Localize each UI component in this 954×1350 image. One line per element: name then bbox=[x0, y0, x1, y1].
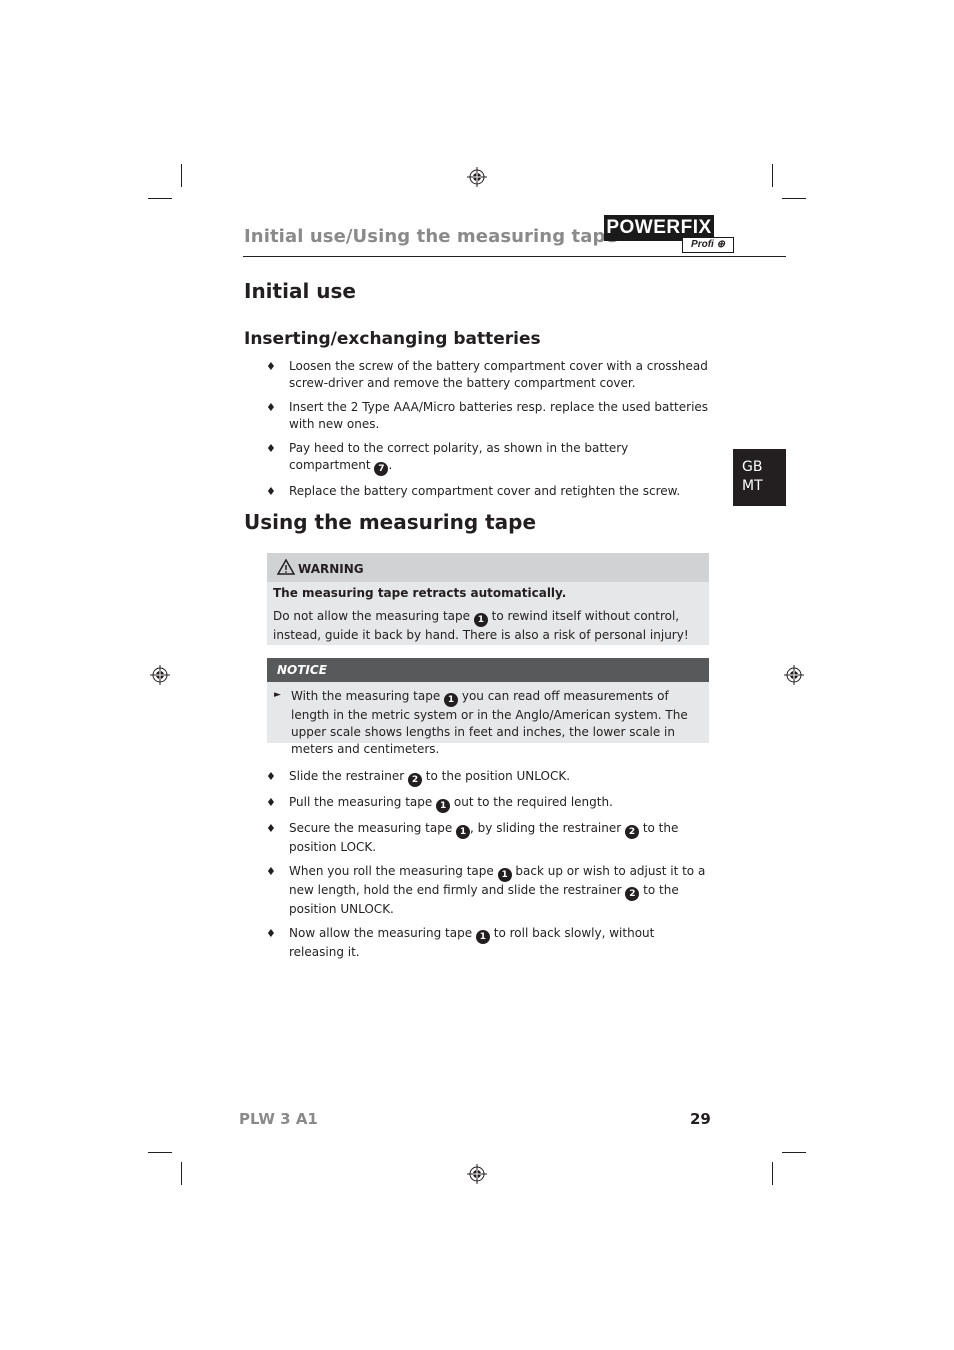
battery-steps-list: ♦ Loosen the screw of the battery compart… bbox=[266, 358, 711, 507]
bullet-diamond-icon: ♦ bbox=[266, 927, 276, 940]
footer-page-number: 29 bbox=[690, 1110, 711, 1128]
crop-mark bbox=[772, 1162, 773, 1185]
header-divider bbox=[243, 256, 786, 257]
subheading-batteries: Inserting/exchanging batteries bbox=[244, 329, 541, 349]
language-code-gb: GB bbox=[742, 459, 763, 475]
registration-mark-icon bbox=[784, 665, 804, 685]
part-reference-badge: 2 bbox=[625, 887, 640, 901]
bullet-diamond-icon: ♦ bbox=[266, 442, 276, 455]
heading-using-tape: Using the measuring tape bbox=[244, 510, 537, 534]
part-reference-badge: 2 bbox=[407, 773, 422, 787]
warning-box: WARNING The measuring tape retracts auto… bbox=[267, 553, 709, 645]
list-item: ♦ Slide the restrainer 2 to the position … bbox=[266, 769, 571, 787]
footer-model-number: PLW 3 A1 bbox=[239, 1110, 318, 1128]
language-tab: GB MT bbox=[733, 449, 786, 506]
bullet-diamond-icon: ♦ bbox=[266, 485, 276, 498]
list-item: ♦ Now allow the measuring tape 1 to roll … bbox=[266, 926, 655, 959]
list-item: ♦ Insert the 2 Type AAA/Micro batteries r… bbox=[266, 400, 709, 431]
part-reference-badge: 1 bbox=[444, 693, 459, 707]
warning-triangle-icon bbox=[277, 559, 295, 575]
crop-mark bbox=[148, 198, 172, 199]
part-reference-badge: 1 bbox=[473, 613, 488, 627]
bullet-diamond-icon: ♦ bbox=[266, 796, 276, 809]
crop-mark bbox=[782, 198, 806, 199]
registration-mark-icon bbox=[150, 665, 170, 685]
list-item: ♦ Pay heed to the correct polarity, as sh… bbox=[266, 441, 629, 476]
bullet-diamond-icon: ♦ bbox=[266, 822, 276, 835]
notice-title: NOTICE bbox=[277, 663, 327, 677]
notice-box: NOTICE ► With the measuring tape 1 you c… bbox=[267, 658, 709, 756]
bullet-diamond-icon: ♦ bbox=[266, 865, 276, 878]
crop-mark bbox=[181, 164, 182, 187]
part-reference-badge: 1 bbox=[456, 825, 471, 839]
part-reference-badge: 2 bbox=[625, 825, 639, 839]
warning-title: WARNING bbox=[298, 562, 364, 576]
bullet-diamond-icon: ♦ bbox=[266, 360, 276, 373]
crop-mark bbox=[181, 1162, 182, 1185]
registration-mark-icon bbox=[467, 167, 487, 187]
heading-initial-use: Initial use bbox=[244, 279, 356, 303]
crop-mark bbox=[148, 1152, 172, 1153]
bullet-diamond-icon: ♦ bbox=[266, 770, 276, 783]
registration-mark-icon bbox=[467, 1164, 487, 1184]
list-item: ♦ Pull the measuring tape 1 out to the re… bbox=[266, 795, 613, 813]
list-item: ♦ When you roll the measuring tape 1 back… bbox=[266, 864, 706, 916]
notice-body: With the measuring tape 1 you can read o… bbox=[291, 689, 688, 756]
logo-sub-text: Profi ⊕ bbox=[682, 237, 734, 253]
list-item: ♦ Secure the measuring tape 1, by sliding… bbox=[266, 821, 679, 854]
warning-header: WARNING bbox=[267, 553, 709, 582]
section-header-title: Initial use/Using the measuring tape bbox=[244, 226, 618, 247]
warning-subtitle: The measuring tape retracts automaticall… bbox=[273, 586, 567, 600]
bullet-diamond-icon: ♦ bbox=[266, 401, 276, 414]
part-reference-badge: 1 bbox=[497, 868, 512, 882]
part-reference-badge: 1 bbox=[436, 799, 451, 813]
warning-body: Do not allow the measuring tape 1 to rew… bbox=[273, 609, 689, 642]
crop-mark bbox=[772, 164, 773, 187]
arrow-bullet-icon: ► bbox=[274, 690, 281, 700]
brand-logo: POWERFIX Profi ⊕ bbox=[604, 215, 734, 253]
part-reference-badge: 1 bbox=[475, 930, 490, 944]
crop-mark bbox=[782, 1152, 806, 1153]
list-item: ♦ Loosen the screw of the battery compart… bbox=[266, 359, 708, 390]
notice-header: NOTICE bbox=[267, 658, 709, 682]
language-code-mt: MT bbox=[742, 478, 763, 494]
list-item: ♦ Replace the battery compartment cover a… bbox=[266, 484, 681, 498]
part-reference-badge: 7 bbox=[374, 462, 389, 476]
tape-steps-list: ♦ Slide the restrainer 2 to the position … bbox=[266, 768, 711, 968]
